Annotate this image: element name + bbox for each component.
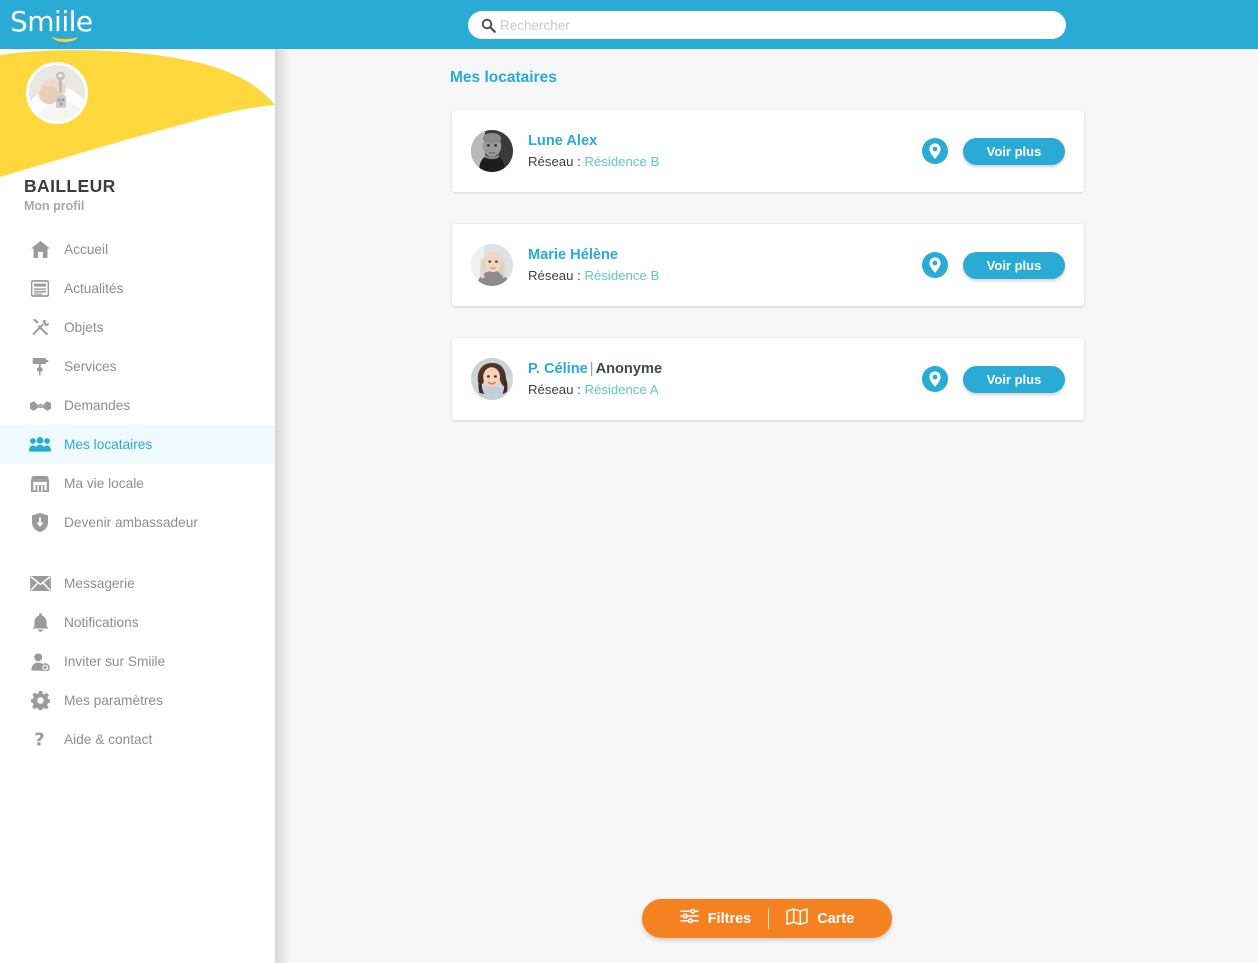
- sidebar-item-label: Devenir ambassadeur: [64, 515, 198, 530]
- avatar: [471, 358, 513, 400]
- sidebar-item-aide-contact[interactable]: ? Aide & contact: [0, 720, 275, 759]
- paint-roller-icon: [28, 356, 52, 378]
- search-bar[interactable]: [468, 11, 1066, 39]
- tenant-network[interactable]: Résidence B: [584, 268, 659, 283]
- logo-smile-arc-icon: [52, 30, 78, 42]
- tenant-name-row: Lune Alex: [528, 132, 922, 151]
- anonymous-badge: Anonyme: [595, 360, 663, 377]
- sidebar-item-demandes[interactable]: Demandes: [0, 386, 275, 425]
- sidebar-item-label: Inviter sur Smiile: [64, 654, 166, 669]
- sidebar-item-actualites[interactable]: Actualités: [0, 269, 275, 308]
- user-plus-icon: [28, 651, 52, 673]
- tenant-name[interactable]: P. Céline: [528, 361, 588, 377]
- sidebar-divider: [0, 542, 275, 564]
- sidebar-item-ma-vie-locale[interactable]: Ma vie locale: [0, 464, 275, 503]
- tenant-info: Lune Alex Réseau : Résidence B: [528, 132, 922, 171]
- sidebar-item-messagerie[interactable]: Messagerie: [0, 564, 275, 603]
- sidebar-item-label: Actualités: [64, 281, 124, 296]
- sidebar-item-label: Accueil: [64, 242, 109, 257]
- tenant-name-row: Marie Hélène: [528, 246, 922, 265]
- network-prefix-label: Réseau :: [528, 267, 581, 283]
- map-button[interactable]: Carte: [769, 907, 871, 930]
- gear-icon: [28, 690, 52, 712]
- sidebar: BAILLEUR Mon profil Accueil Actualités O…: [0, 49, 275, 963]
- newspaper-icon: [28, 278, 52, 300]
- sidebar-nav-primary: Accueil Actualités Objets Services Deman…: [0, 230, 275, 542]
- profile-name: BAILLEUR: [24, 176, 116, 196]
- sidebar-nav-secondary: Messagerie Notifications Inviter sur Smi…: [0, 564, 275, 759]
- sidebar-item-label: Notifications: [64, 615, 139, 630]
- avatar: [471, 244, 513, 286]
- tenant-network[interactable]: Résidence B: [584, 154, 659, 169]
- search-input[interactable]: [500, 12, 1066, 38]
- map-label: Carte: [817, 910, 855, 927]
- sidebar-item-label: Mes locataires: [64, 437, 153, 452]
- tenant-info: P. Céline | Anonyme Réseau : Résidence A: [528, 360, 922, 399]
- smiile-logo[interactable]: Smiile: [10, 6, 100, 44]
- tenant-info: Marie Hélène Réseau : Résidence B: [528, 246, 922, 285]
- sidebar-item-accueil[interactable]: Accueil: [0, 230, 275, 269]
- sidebar-item-label: Services: [64, 359, 117, 374]
- page-title: Mes locataires: [450, 69, 557, 86]
- sidebar-item-label: Ma vie locale: [64, 476, 144, 491]
- sidebar-item-label: Messagerie: [64, 576, 135, 591]
- tenant-name-row: P. Céline | Anonyme: [528, 360, 922, 379]
- sliders-icon: [679, 908, 699, 929]
- home-icon: [28, 239, 52, 261]
- main-content: Mes locataires Lune Alex Réseau: Réside…: [275, 49, 1258, 963]
- profile-avatar[interactable]: [26, 62, 88, 124]
- tenant-card[interactable]: Marie Hélène Réseau : Résidence B Voir p…: [452, 224, 1084, 306]
- tenant-name[interactable]: Marie Hélène: [528, 247, 618, 263]
- sidebar-item-devenir-ambassadeur[interactable]: Devenir ambassadeur: [0, 503, 275, 542]
- sidebar-item-objets[interactable]: Objets: [0, 308, 275, 347]
- filters-button[interactable]: Filtres: [663, 908, 769, 929]
- tenant-card[interactable]: Lune Alex Réseau : Résidence B Voir plus: [452, 110, 1084, 192]
- shield-icon: [28, 512, 52, 534]
- sidebar-nav: Accueil Actualités Objets Services Deman…: [0, 230, 275, 759]
- filters-label: Filtres: [707, 910, 752, 927]
- sidebar-item-label: Mes paramètres: [64, 693, 163, 708]
- envelope-icon: [28, 573, 52, 595]
- view-more-button[interactable]: Voir plus: [963, 137, 1065, 165]
- sidebar-item-mes-locataires[interactable]: Mes locataires: [0, 425, 275, 464]
- sidebar-item-services[interactable]: Services: [0, 347, 275, 386]
- question-mark-icon: ?: [28, 729, 52, 751]
- tenant-network[interactable]: Résidence A: [584, 382, 658, 397]
- search-icon: [476, 15, 500, 35]
- top-bar: Smiile: [0, 0, 1258, 49]
- tools-icon: [28, 317, 52, 339]
- view-more-button[interactable]: Voir plus: [963, 251, 1065, 279]
- sidebar-item-notifications[interactable]: Notifications: [0, 603, 275, 642]
- sidebar-item-inviter-sur-smiile[interactable]: Inviter sur Smiile: [0, 642, 275, 681]
- svg-text:?: ?: [34, 730, 44, 749]
- tenant-network-row: Réseau : Résidence B: [528, 266, 922, 285]
- tenant-network-row: Réseau : Résidence B: [528, 152, 922, 171]
- store-icon: [28, 473, 52, 495]
- sidebar-item-label: Aide & contact: [64, 732, 153, 747]
- tenant-network-row: Réseau : Résidence A: [528, 380, 922, 399]
- network-prefix-label: Réseau :: [528, 381, 581, 397]
- tenant-card[interactable]: P. Céline | Anonyme Réseau : Résidence A V…: [452, 338, 1084, 420]
- tenant-name[interactable]: Lune Alex: [528, 133, 597, 149]
- bell-icon: [28, 612, 52, 634]
- sidebar-item-label: Demandes: [64, 398, 131, 413]
- map-pin-icon[interactable]: [922, 138, 948, 164]
- tenant-list: Lune Alex Réseau : Résidence B Voir plus: [452, 110, 1084, 452]
- view-more-button[interactable]: Voir plus: [963, 365, 1065, 393]
- map-icon: [786, 907, 808, 930]
- sidebar-item-mes-parametres[interactable]: Mes paramètres: [0, 681, 275, 720]
- floating-action-bar: Filtres Carte: [642, 899, 892, 938]
- handshake-icon: [28, 395, 52, 417]
- profile-subtitle[interactable]: Mon profil: [24, 199, 84, 213]
- network-prefix-label: Réseau :: [528, 153, 581, 169]
- users-group-icon: [28, 434, 52, 456]
- map-pin-icon[interactable]: [922, 252, 948, 278]
- map-pin-icon[interactable]: [922, 366, 948, 392]
- avatar: [471, 130, 513, 172]
- name-separator: |: [589, 360, 594, 377]
- sidebar-item-label: Objets: [64, 320, 104, 335]
